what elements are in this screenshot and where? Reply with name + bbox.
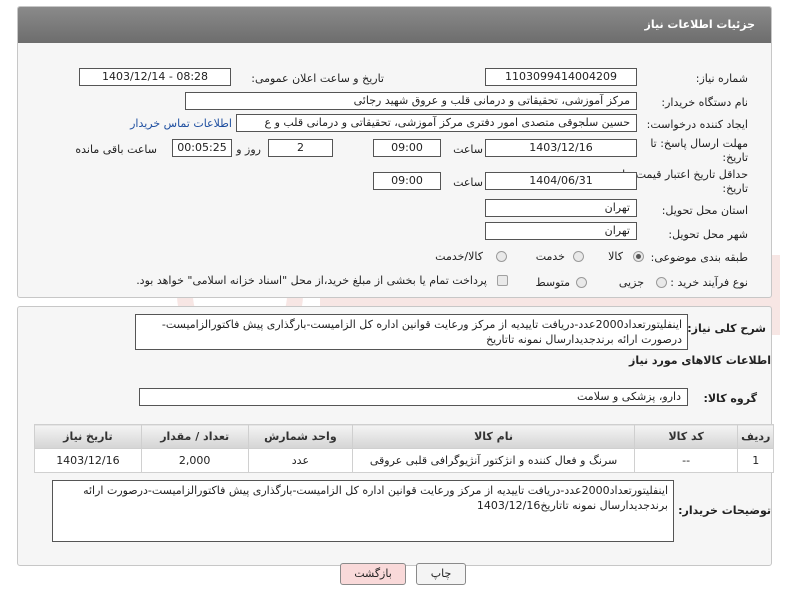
purchase-option-minor: جزیی	[618, 276, 644, 289]
category-radio-goods-service[interactable]	[496, 251, 507, 262]
col-unit: واحد شمارش	[247, 424, 354, 449]
category-radio-goods[interactable]	[633, 251, 644, 262]
buyer-label: نام دستگاه خریدار:	[661, 96, 748, 109]
treasury-payment-checkbox[interactable]	[497, 275, 508, 286]
city-label: شهر محل تحویل:	[668, 228, 748, 241]
goods-group-label: گروه کالا:	[703, 392, 757, 405]
reply-date-field: 1403/12/16	[485, 139, 637, 157]
panel-header: جزئیات اطلاعات نیاز	[18, 7, 771, 43]
price-time-label: ساعت	[453, 176, 483, 189]
page-title: جزئیات اطلاعات نیاز	[644, 18, 756, 31]
category-label: طبقه بندی موضوعی:	[650, 251, 748, 264]
purchase-radio-medium[interactable]	[576, 277, 587, 288]
category-option-goods-service: کالا/خدمت	[435, 250, 483, 263]
province-field: تهران	[485, 199, 637, 217]
col-row-no: ردیف	[737, 424, 774, 449]
price-time-field: 09:00	[373, 172, 441, 190]
creator-field: حسین سلجوقی متصدی امور دفتری مرکز آموزشی…	[236, 114, 637, 132]
table-header-row: ردیف کد کالا نام کالا واحد شمارش تعداد /…	[34, 424, 774, 449]
days-field: 2	[268, 139, 333, 157]
table-row: 1 -- سرنگ و فعال کننده و انژکتور آنژیوگر…	[34, 448, 774, 473]
col-quantity: تعداد / مقدار	[140, 424, 249, 449]
remaining-label: ساعت باقی مانده	[75, 143, 157, 156]
cell-goods-name: سرنگ و فعال کننده و انژکتور آنژیوگرافی ق…	[352, 448, 635, 473]
remaining-time-field: 00:05:25	[172, 139, 232, 157]
summary-label: شرح کلی نیاز:	[687, 322, 766, 335]
buyer-notes-text: اینفلیتورتعداد2000عدد-دریافت تاییدیه از …	[52, 480, 674, 542]
goods-group-field: دارو، پزشکی و سلامت	[139, 388, 688, 406]
announce-label: تاریخ و ساعت اعلان عمومی:	[251, 72, 384, 85]
days-label: روز و	[236, 143, 261, 156]
price-date-field: 1404/06/31	[485, 172, 637, 190]
summary-text: اینفلیتورتعداد2000عدد-دریافت تاییدیه از …	[135, 314, 688, 350]
city-field: تهران	[485, 222, 637, 240]
reply-deadline-label-2: تاریخ:	[722, 151, 748, 164]
announce-field: 1403/12/14 - 08:28	[79, 68, 231, 86]
cell-row-no: 1	[737, 448, 774, 473]
cell-unit: عدد	[247, 448, 354, 473]
buyer-notes-label: توضیحات خریدار:	[678, 504, 771, 517]
need-number-label: شماره نیاز:	[695, 72, 748, 85]
category-radio-service[interactable]	[573, 251, 584, 262]
col-goods-code: کد کالا	[633, 424, 739, 449]
price-validity-label: حداقل تاریخ اعتبار قیمت: تا	[622, 168, 748, 181]
category-option-service: خدمت	[535, 250, 565, 263]
goods-table: ردیف کد کالا نام کالا واحد شمارش تعداد /…	[34, 424, 774, 473]
purchase-option-medium: متوسط	[535, 276, 570, 289]
print-button[interactable]: چاپ	[416, 563, 466, 585]
cell-need-date: 1403/12/16	[34, 448, 142, 473]
reply-deadline-label: مهلت ارسال پاسخ: تا	[650, 137, 748, 150]
col-goods-name: نام کالا	[352, 424, 635, 449]
back-button[interactable]: بازگشت	[340, 563, 406, 585]
col-need-date: تاریخ نیاز	[34, 424, 142, 449]
reply-time-field: 09:00	[373, 139, 441, 157]
purchase-radio-minor[interactable]	[656, 277, 667, 288]
creator-label: ایجاد کننده درخواست:	[646, 118, 748, 131]
need-number-field: 1103099414004209	[485, 68, 637, 86]
price-validity-label-2: تاریخ:	[722, 182, 748, 195]
purchase-type-label: نوع فرآیند خرید :	[670, 276, 748, 289]
buyer-contact-link[interactable]: اطلاعات تماس خریدار	[130, 117, 232, 130]
province-label: استان محل تحویل:	[661, 204, 748, 217]
reply-time-label: ساعت	[453, 143, 483, 156]
goods-info-title: اطلاعات کالاهای مورد نیاز	[629, 354, 771, 367]
cell-quantity: 2,000	[140, 448, 249, 473]
treasury-payment-note: پرداخت تمام یا بخشی از مبلغ خرید،از محل …	[136, 274, 487, 287]
buyer-field: مرکز آموزشی، تحقیقاتی و درمانی قلب و عرو…	[185, 92, 637, 110]
category-option-goods: کالا	[608, 250, 623, 263]
cell-goods-code: --	[633, 448, 739, 473]
